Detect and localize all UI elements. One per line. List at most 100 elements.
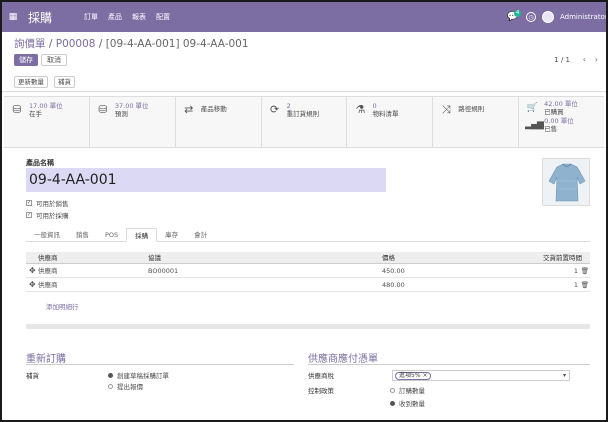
can-be-purchased-checkbox[interactable]: ✓ 可用於採購: [26, 210, 69, 220]
stat-reorder-rules[interactable]: ⟳ 2 重訂貨規則: [262, 97, 348, 147]
stat-label: 已購買: [544, 107, 564, 116]
app-window: ▦ 採購 訂單 產品 報表 配置 💬 4 ◷ Administrator 詢價單 …: [0, 0, 608, 422]
stat-on-hand[interactable]: ⛁ 17.00 單位 在手: [4, 97, 90, 147]
divider: [308, 364, 590, 365]
chat-icon[interactable]: 💬 4: [506, 10, 522, 24]
form-tabs: 一般資訊 銷售 POS 採購 庫存 會計: [26, 228, 590, 242]
breadcrumb-separator: /: [48, 38, 53, 50]
breadcrumb-separator: /: [98, 38, 103, 50]
product-image[interactable]: [542, 158, 590, 206]
tab-sales[interactable]: 銷售: [68, 228, 97, 241]
pager-prev-icon[interactable]: ‹: [583, 55, 586, 64]
tab-inventory[interactable]: 庫存: [157, 228, 186, 241]
checkbox-box[interactable]: ✓: [26, 200, 32, 206]
flask-icon: ⚗: [355, 103, 366, 116]
breadcrumb-current: [09-4-AA-001] 09-4-AA-001: [105, 38, 249, 50]
avatar[interactable]: [542, 11, 554, 23]
radio-ordered-qty[interactable]: 訂購數量: [390, 385, 425, 395]
cell-vendor: 供應商: [38, 281, 58, 289]
chevron-down-icon[interactable]: ▾: [563, 371, 566, 381]
cart-icon: 🛒: [526, 103, 538, 113]
radio-create-draft-po[interactable]: 創建草稿採購訂單: [108, 370, 169, 380]
cell-agreement: BO00001: [148, 267, 179, 275]
stat-label: 路徑規則: [458, 105, 485, 113]
chat-count-badge: 4: [514, 10, 522, 17]
product-name-label: 產品名稱: [26, 159, 54, 167]
cell-vendor: 供應商: [38, 267, 58, 275]
radio-propose-rfq[interactable]: 提出報價: [108, 381, 143, 391]
product-name-input[interactable]: 09-4-AA-001: [26, 168, 386, 192]
drag-handle-icon[interactable]: ✥: [29, 278, 36, 292]
tab-general-info[interactable]: 一般資訊: [26, 228, 68, 241]
cubes-icon: ⛁: [12, 103, 22, 116]
table-row[interactable]: ✥ 供應商 BO00001 450.00 1 🗑: [26, 264, 590, 278]
stat-bom[interactable]: ⚗ 0 物料清單: [347, 97, 434, 147]
stat-label: 已售: [544, 124, 558, 133]
trash-icon[interactable]: 🗑: [581, 264, 589, 278]
apps-menu-icon[interactable]: ▦: [2, 2, 24, 32]
save-button[interactable]: 儲存: [14, 54, 38, 66]
pager-next-icon[interactable]: ›: [595, 55, 598, 64]
top-navbar: ▦ 採購 訂單 產品 報表 配置 💬 4 ◷ Administrator: [2, 2, 606, 32]
stat-purchased[interactable]: 🛒 42.00 單位 已購買: [525, 100, 578, 116]
checkbox-box[interactable]: ✓: [26, 212, 32, 218]
discard-button[interactable]: 取消: [41, 54, 67, 66]
radio-dot[interactable]: [108, 372, 113, 378]
stat-routes[interactable]: ⤨ 路徑規則: [433, 97, 520, 147]
tax-tag[interactable]: 進項5% ×: [395, 372, 432, 380]
reorder-section-title: 重新訂購: [26, 354, 66, 365]
vendor-taxes-input[interactable]: 進項5% × ▾: [392, 370, 570, 381]
replenish-button[interactable]: 補貨: [54, 76, 75, 88]
radio-dot[interactable]: [390, 400, 395, 406]
cell-lead-time: 1: [573, 281, 578, 289]
pager-value[interactable]: 1 / 1: [554, 56, 570, 64]
refresh-icon: ⟳: [269, 103, 280, 116]
menu-item-products[interactable]: 產品: [108, 12, 122, 22]
radio-dot[interactable]: [390, 387, 395, 393]
column-header-vendor[interactable]: 供應商: [38, 252, 58, 264]
stat-product-moves[interactable]: ⇄ 產品移動: [176, 97, 262, 147]
checkbox-label: 可用於銷售: [36, 200, 69, 208]
tab-accounting[interactable]: 會計: [186, 228, 215, 241]
breadcrumb-rfq-link[interactable]: 詢價單: [14, 38, 46, 50]
checkbox-label: 可用於採購: [36, 212, 69, 220]
radio-dot[interactable]: [108, 383, 113, 389]
main-menu: 訂單 產品 報表 配置: [84, 12, 170, 22]
stat-label: 重訂貨規則: [286, 109, 320, 118]
menu-item-config[interactable]: 配置: [156, 12, 170, 22]
cell-lead-time: 1: [573, 267, 578, 275]
stat-label: 在手: [29, 109, 42, 118]
control-policy-label: 控制政策: [308, 387, 334, 395]
can-be-sold-checkbox[interactable]: ✓ 可用於銷售: [26, 198, 69, 208]
tab-purchase[interactable]: 採購: [126, 228, 158, 242]
control-panel: 詢價單 / P00008 / [09-4-AA-001] 09-4-AA-001…: [2, 32, 606, 92]
add-line-link[interactable]: 添加明細行: [46, 301, 79, 311]
trash-icon[interactable]: 🗑: [581, 278, 589, 292]
user-name[interactable]: Administrator: [560, 13, 606, 21]
tab-pos[interactable]: POS: [97, 228, 126, 241]
form-sheet: 產品名稱 09-4-AA-001 ✓ 可用於銷售 ✓ 可用於採購 一般資訊 銷售 P…: [4, 148, 604, 418]
menu-item-reports[interactable]: 報表: [132, 12, 146, 22]
stat-sold[interactable]: ▂▄▆ 0.00 單位 已售: [525, 117, 574, 133]
stat-purchased-sold[interactable]: 🛒 42.00 單位 已購買 ▂▄▆ 0.00 單位 已售: [519, 97, 604, 147]
menu-item-orders[interactable]: 訂單: [84, 12, 98, 22]
column-header-price[interactable]: 價格: [382, 252, 395, 264]
section-divider: [26, 324, 590, 329]
cell-price: 450.00: [382, 267, 405, 275]
breadcrumb: 詢價單 / P00008 / [09-4-AA-001] 09-4-AA-001: [14, 36, 249, 51]
activity-clock-icon[interactable]: ◷: [526, 12, 536, 22]
table-row[interactable]: ✥ 供應商 480.00 1 🗑: [26, 278, 590, 292]
drag-handle-icon[interactable]: ✥: [29, 264, 36, 278]
radio-received-qty[interactable]: 收到數量: [390, 398, 425, 408]
vendor-bills-section-title: 供應商應付憑單: [308, 354, 378, 365]
tag-remove-icon[interactable]: ×: [422, 372, 427, 379]
radio-label: 訂購數量: [399, 387, 425, 395]
table-header: 供應商 協議 價格 交貨前置時間: [26, 252, 590, 264]
breadcrumb-order-link[interactable]: P00008: [56, 38, 96, 50]
column-header-agreement[interactable]: 協議: [148, 252, 161, 264]
replenish-field-label: 補貨: [26, 372, 39, 380]
column-header-lead-time[interactable]: 交貨前置時間: [543, 252, 582, 264]
random-icon: ⤨: [441, 103, 451, 116]
stat-forecast[interactable]: ⛁ 37.00 單位 預測: [90, 97, 176, 147]
update-quantity-button[interactable]: 更新數量: [14, 76, 48, 88]
